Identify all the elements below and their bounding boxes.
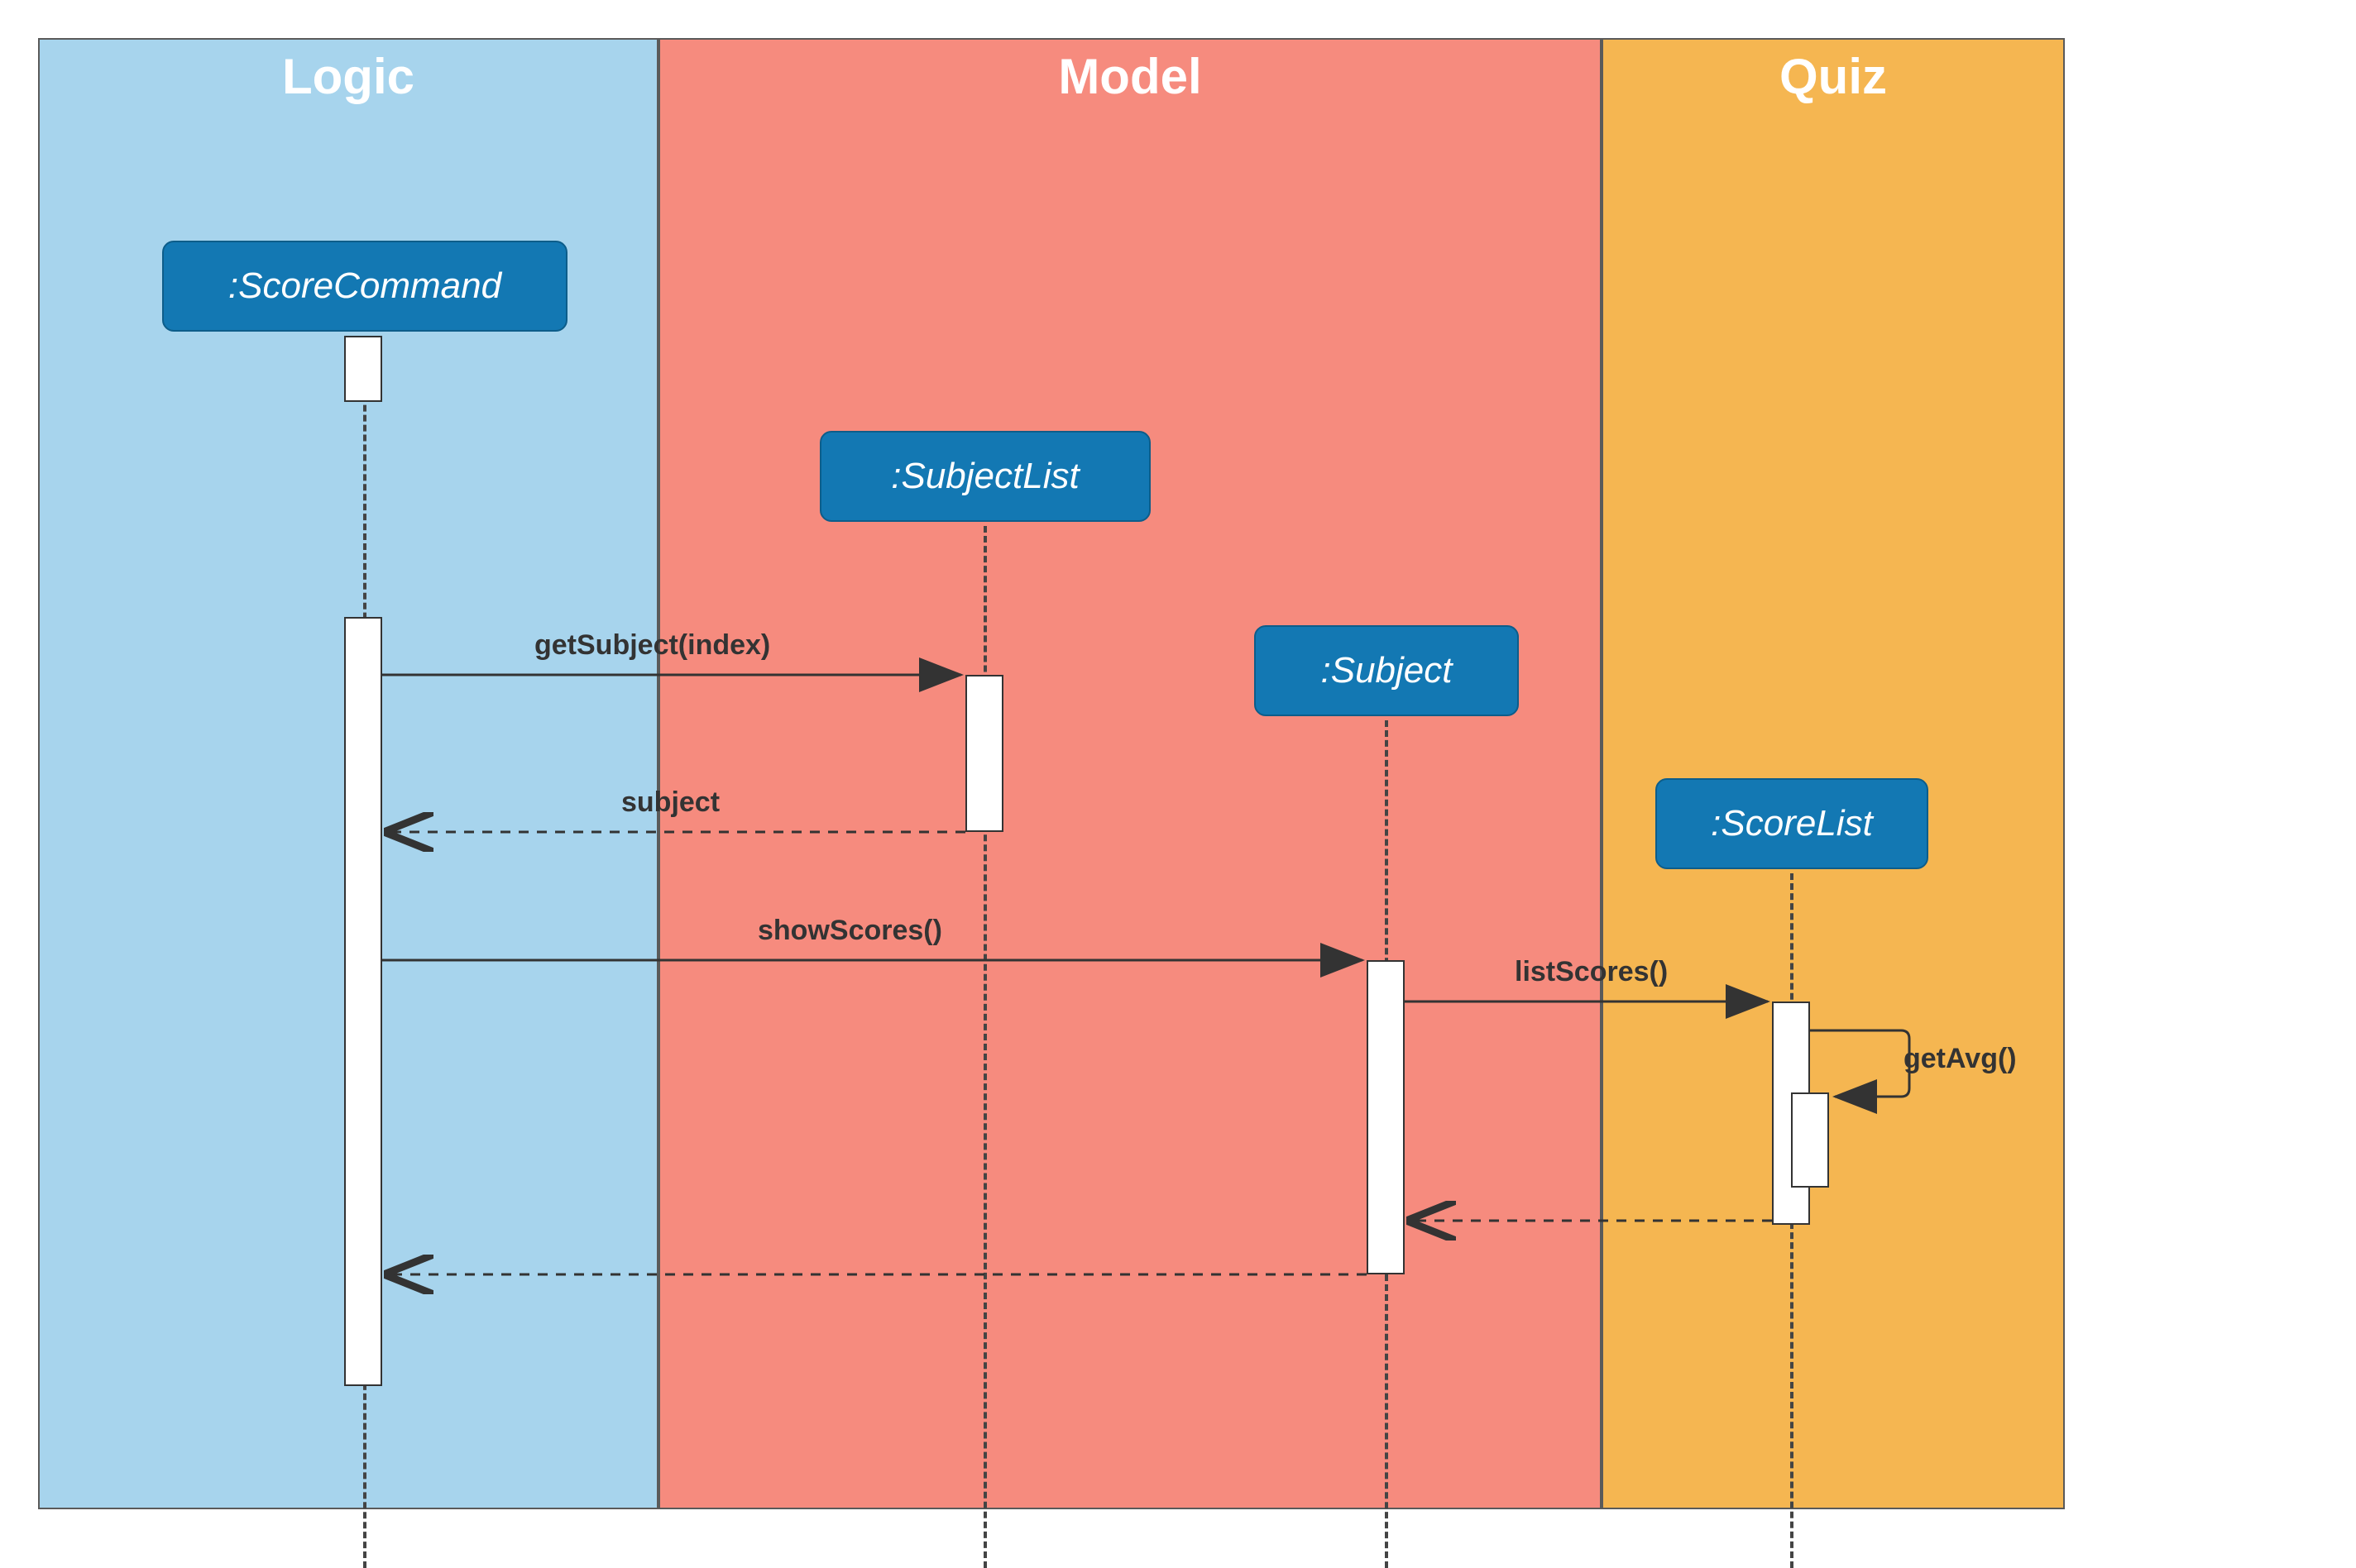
participant-subject-list: :SubjectList [820, 431, 1151, 522]
arrow-return-scorelist-subject [1405, 1212, 1772, 1229]
activation-subject-list [965, 675, 1003, 832]
activation-subject [1367, 960, 1405, 1274]
sequence-diagram: Logic Model Quiz :ScoreCommand :SubjectL… [38, 38, 2318, 1509]
lane-quiz: Quiz [1602, 38, 2065, 1509]
participant-score-command: :ScoreCommand [162, 241, 567, 332]
participant-score-list: :ScoreList [1655, 778, 1928, 869]
arrow-return-subject-scorecommand [382, 1266, 1367, 1283]
arrow-get-avg [1810, 1026, 1918, 1109]
msg-list-scores: listScores() [1515, 956, 1668, 988]
arrow-get-subject [382, 667, 965, 683]
lane-header-model: Model [660, 40, 1600, 105]
activation-score-command-main [344, 617, 382, 1386]
lane-header-quiz: Quiz [1603, 40, 2063, 105]
activation-score-command-initial [344, 336, 382, 402]
msg-get-avg: getAvg() [1903, 1043, 2017, 1075]
participant-subject: :Subject [1254, 625, 1519, 716]
arrow-list-scores [1405, 993, 1772, 1010]
arrow-show-scores [382, 952, 1367, 968]
msg-subject-return: subject [621, 786, 720, 819]
arrow-subject-return [382, 824, 965, 840]
lane-model: Model [658, 38, 1602, 1509]
msg-get-subject: getSubject(index) [534, 629, 770, 662]
msg-show-scores: showScores() [758, 915, 942, 947]
lane-header-logic: Logic [40, 40, 657, 105]
